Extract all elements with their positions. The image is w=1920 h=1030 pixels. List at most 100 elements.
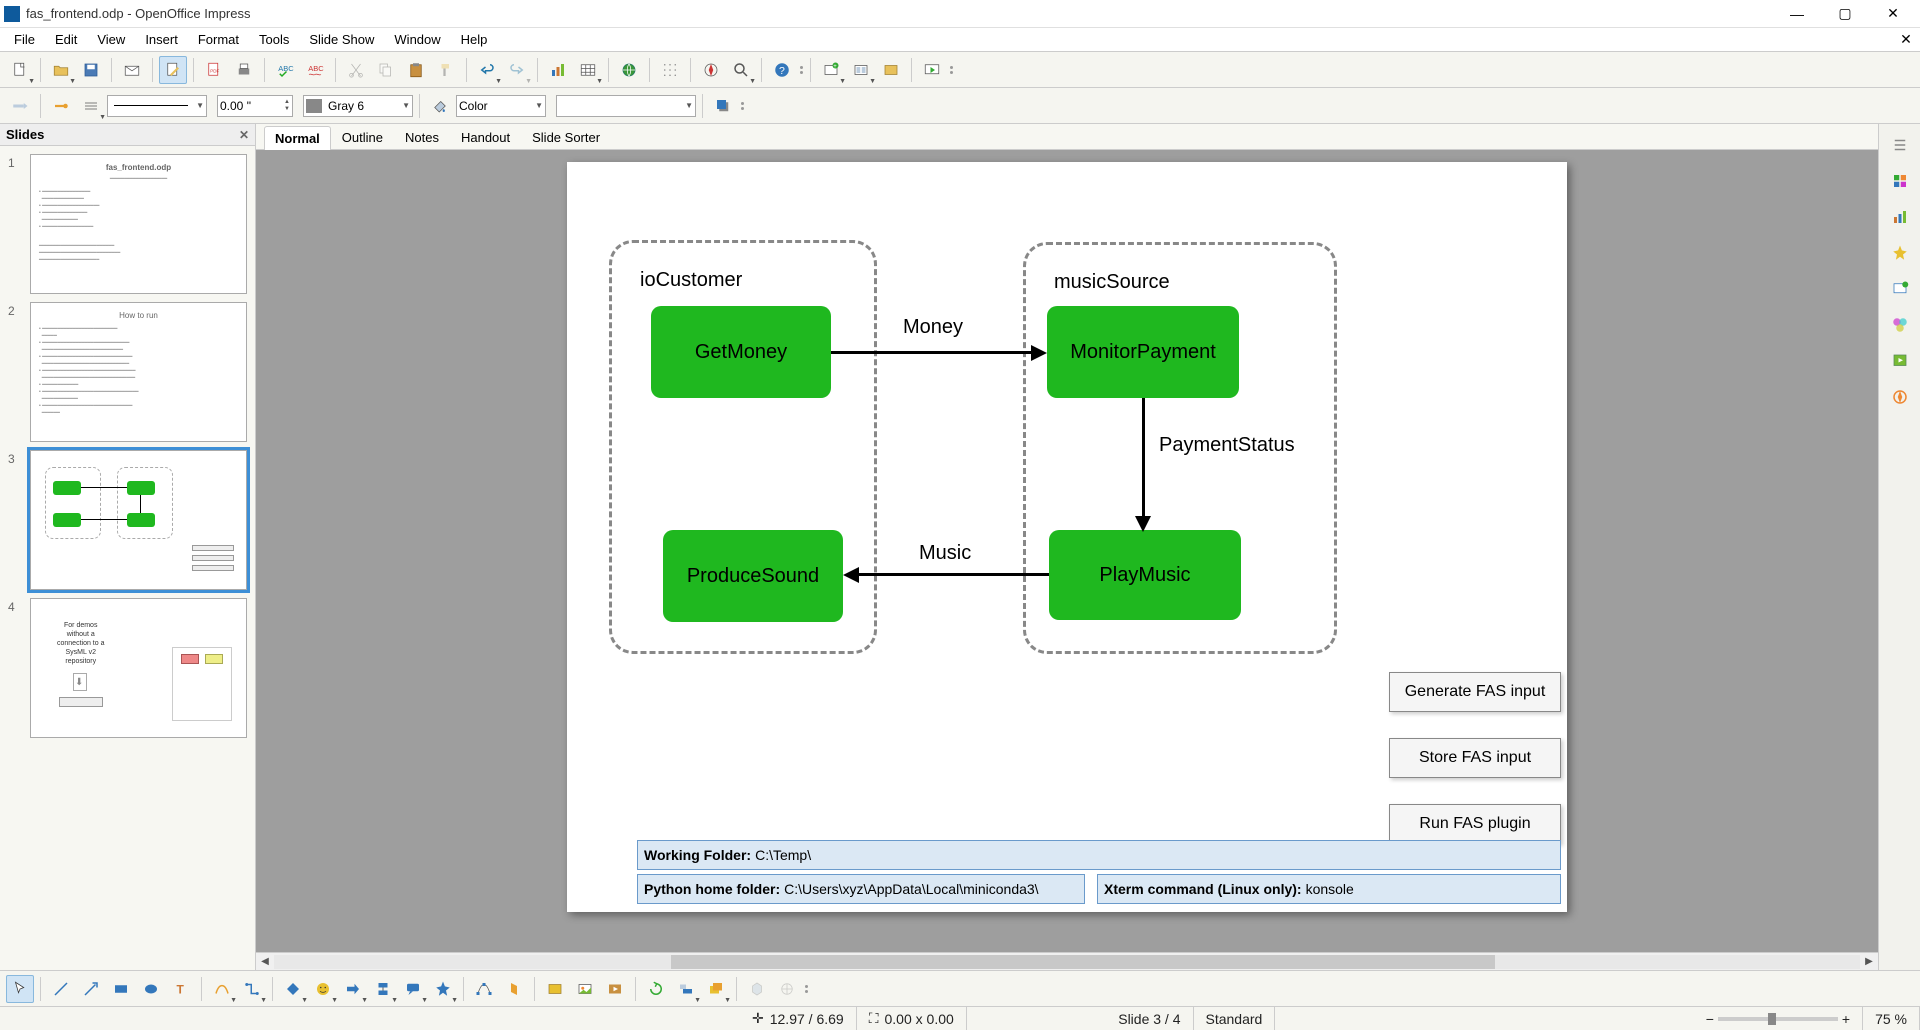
tab-slidesorter[interactable]: Slide Sorter <box>521 125 611 149</box>
fill-type-select[interactable]: Color▼ <box>456 95 546 117</box>
task-layout-icon[interactable] <box>1885 274 1915 304</box>
stars-tool[interactable]: ▼ <box>429 975 457 1003</box>
block-arrows-tool[interactable]: ▼ <box>339 975 367 1003</box>
task-gallery-icon[interactable] <box>1885 166 1915 196</box>
zoom-slider[interactable]: − + <box>1694 1007 1863 1030</box>
toolbar-grip[interactable] <box>798 56 804 84</box>
open-button[interactable]: ▼ <box>47 56 75 84</box>
toolbar-grip[interactable] <box>803 975 809 1003</box>
shadow-button[interactable] <box>709 92 737 120</box>
from-file-tool[interactable] <box>571 975 599 1003</box>
points-tool[interactable] <box>470 975 498 1003</box>
slide-thumb[interactable]: 2 How to run • ━━━━━━━━━━━━━━━━━━━━━━━━━… <box>8 302 247 442</box>
menu-help[interactable]: Help <box>451 30 498 49</box>
callouts-tool[interactable]: ▼ <box>399 975 427 1003</box>
play-slideshow-button[interactable] <box>918 56 946 84</box>
scroll-right-icon[interactable]: ▶ <box>1860 953 1878 971</box>
export-pdf-button[interactable]: PDF <box>200 56 228 84</box>
arrow-tool[interactable] <box>77 975 105 1003</box>
status-zoom[interactable]: 75 % <box>1863 1007 1920 1030</box>
gluepoints-tool[interactable] <box>500 975 528 1003</box>
node-monitorpayment[interactable]: MonitorPayment <box>1047 306 1239 398</box>
task-animation-icon[interactable] <box>1885 238 1915 268</box>
store-fas-button[interactable]: Store FAS input <box>1389 738 1561 778</box>
task-navigator-icon[interactable] <box>1885 346 1915 376</box>
interaction-tool[interactable] <box>773 975 801 1003</box>
grid-button[interactable] <box>656 56 684 84</box>
edit-file-button[interactable] <box>159 56 187 84</box>
document-close-icon[interactable]: ✕ <box>1896 31 1916 48</box>
symbol-shapes-tool[interactable]: ▼ <box>309 975 337 1003</box>
spellcheck-button[interactable]: ABC <box>271 56 299 84</box>
toolbar-grip[interactable] <box>739 92 745 120</box>
menu-view[interactable]: View <box>87 30 135 49</box>
zoom-button[interactable]: ▼ <box>727 56 755 84</box>
menu-window[interactable]: Window <box>384 30 450 49</box>
chart-button[interactable] <box>544 56 572 84</box>
scroll-thumb[interactable] <box>671 955 1496 969</box>
task-master-icon[interactable] <box>1885 202 1915 232</box>
horizontal-scrollbar[interactable]: ◀ ▶ <box>256 952 1878 970</box>
format-paintbrush-button[interactable] <box>432 56 460 84</box>
copy-button[interactable] <box>372 56 400 84</box>
autospell-button[interactable]: ABC <box>301 56 329 84</box>
tab-outline[interactable]: Outline <box>331 125 394 149</box>
extrusion-tool[interactable] <box>743 975 771 1003</box>
table-button[interactable]: ▼ <box>574 56 602 84</box>
canvas-area[interactable]: ioCustomer musicSource GetMoney MonitorP… <box>256 150 1878 952</box>
toolbar-grip[interactable] <box>948 56 954 84</box>
connector-tool[interactable]: ▼ <box>238 975 266 1003</box>
line-style-select[interactable]: ▼ <box>107 95 207 117</box>
arrow-music[interactable] <box>857 573 1049 576</box>
task-transition-icon[interactable] <box>1885 382 1915 412</box>
menu-slideshow[interactable]: Slide Show <box>299 30 384 49</box>
rectangle-tool[interactable] <box>107 975 135 1003</box>
menu-format[interactable]: Format <box>188 30 249 49</box>
arrange-tool[interactable]: ▼ <box>702 975 730 1003</box>
task-properties-icon[interactable] <box>1885 130 1915 160</box>
node-producesound[interactable]: ProduceSound <box>663 530 843 622</box>
undo-button[interactable]: ▼ <box>473 56 501 84</box>
redo-button[interactable]: ▼ <box>503 56 531 84</box>
arrow-money[interactable] <box>831 351 1035 354</box>
maximize-button[interactable]: ▢ <box>1822 1 1868 27</box>
line-end-button[interactable] <box>47 92 75 120</box>
scroll-left-icon[interactable]: ◀ <box>256 953 274 971</box>
line-width-input[interactable]: 0.00 " ▲▼ <box>217 95 293 117</box>
slides-panel-close-icon[interactable]: ✕ <box>239 128 249 142</box>
node-getmoney[interactable]: GetMoney <box>651 306 831 398</box>
slide-canvas[interactable]: ioCustomer musicSource GetMoney MonitorP… <box>567 162 1567 912</box>
slide-thumb[interactable]: 4 For demos without a connection to a Sy… <box>8 598 247 738</box>
menu-edit[interactable]: Edit <box>45 30 87 49</box>
flowchart-tool[interactable]: ▼ <box>369 975 397 1003</box>
fill-color-select[interactable]: ▼ <box>556 95 696 117</box>
ellipse-tool[interactable] <box>137 975 165 1003</box>
slide-thumb[interactable]: 1 fas_frontend.odp ━━━━━━━━━━━━━━━━━━━ •… <box>8 154 247 294</box>
hyperlink-button[interactable] <box>615 56 643 84</box>
minimize-button[interactable]: — <box>1774 1 1820 27</box>
cut-button[interactable] <box>342 56 370 84</box>
menu-tools[interactable]: Tools <box>249 30 299 49</box>
generate-fas-button[interactable]: Generate FAS input <box>1389 672 1561 712</box>
node-playmusic[interactable]: PlayMusic <box>1049 530 1241 620</box>
run-fas-button[interactable]: Run FAS plugin <box>1389 804 1561 844</box>
insert-slide-button[interactable]: +▼ <box>817 56 845 84</box>
fontwork-tool[interactable] <box>541 975 569 1003</box>
send-mail-button[interactable] <box>118 56 146 84</box>
working-folder-field[interactable]: Working Folder: C:\Temp\ <box>637 840 1561 870</box>
task-styles-icon[interactable] <box>1885 310 1915 340</box>
menu-file[interactable]: File <box>4 30 45 49</box>
area-fill-button[interactable] <box>426 92 454 120</box>
tab-notes[interactable]: Notes <box>394 125 450 149</box>
help-button[interactable]: ? <box>768 56 796 84</box>
arrow-paymentstatus[interactable] <box>1142 398 1145 520</box>
curve-tool[interactable]: ▼ <box>208 975 236 1003</box>
slide-design-button[interactable] <box>877 56 905 84</box>
scroll-track[interactable] <box>274 955 1860 969</box>
rotate-tool[interactable] <box>642 975 670 1003</box>
menu-insert[interactable]: Insert <box>135 30 188 49</box>
text-tool[interactable]: T <box>167 975 195 1003</box>
line-style-button[interactable]: ▼ <box>77 92 105 120</box>
select-tool[interactable] <box>6 975 34 1003</box>
line-color-select[interactable]: Gray 6 ▼ <box>303 95 413 117</box>
